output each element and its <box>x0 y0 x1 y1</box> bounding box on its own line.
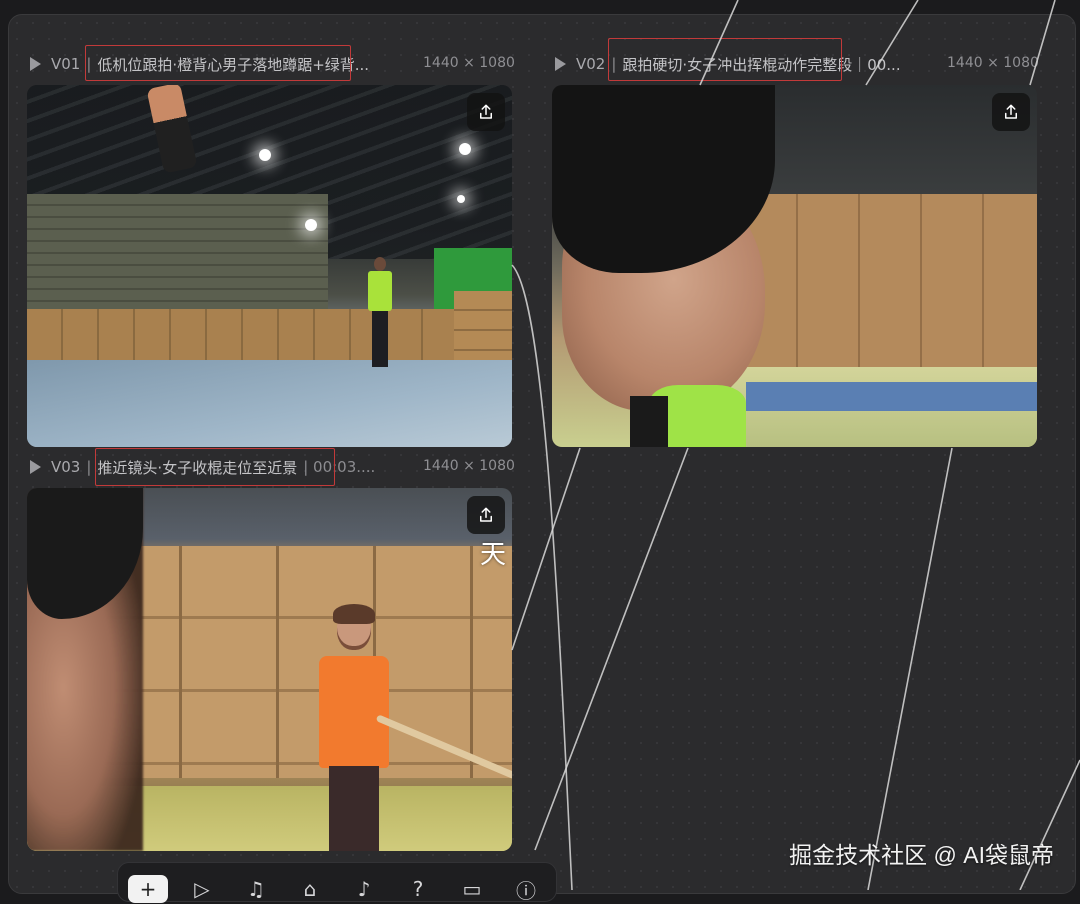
play-icon[interactable] <box>555 57 566 71</box>
video-thumbnail-v02[interactable] <box>552 85 1037 447</box>
play-icon[interactable] <box>30 57 41 71</box>
video-thumbnail-v01[interactable] <box>27 85 512 447</box>
clip-title[interactable]: 跟拍硬切·女子冲出挥棍动作完整段｜00... <box>622 54 900 75</box>
share-button[interactable] <box>467 93 505 131</box>
share-upload-icon <box>480 104 492 119</box>
clip-header-v02[interactable]: V02 | 跟拍硬切·女子冲出挥棍动作完整段｜00... <box>555 52 941 76</box>
frame-tool-icon[interactable]: ▭ <box>452 875 492 903</box>
clip-timecode: | 00:03.... <box>303 458 376 476</box>
clip-resolution: 1440 × 1080 <box>423 458 515 474</box>
info-tool-icon[interactable]: ⓘ <box>506 875 546 903</box>
play-icon[interactable] <box>30 460 41 474</box>
watermark: 掘金技术社区 @ AI袋鼠帝 <box>789 842 1054 868</box>
clip-header-v03[interactable]: V03 | 推近镜头·女子收棍走位至近景 | 00:03.... <box>30 455 420 479</box>
clip-id: V03 <box>51 458 81 476</box>
add-tool-icon[interactable]: + <box>128 875 168 903</box>
clip-separator: | <box>611 55 617 73</box>
help-tool-icon[interactable]: ? <box>398 875 438 903</box>
share-upload-icon <box>1005 104 1017 119</box>
girl-with-stick <box>307 604 407 851</box>
audio-tool-icon[interactable]: ♪ <box>344 875 384 903</box>
clip-title[interactable]: 低机位跟拍·橙背心男子落地蹲踞+绿背... <box>97 54 369 75</box>
clip-id: V02 <box>576 55 606 73</box>
clip-separator: | <box>86 458 92 476</box>
canvas-background: V01 | 低机位跟拍·橙背心男子落地蹲踞+绿背... 1440 × 1080 … <box>0 0 1080 903</box>
clip-title[interactable]: 推近镜头·女子收棍走位至近景 <box>97 457 297 478</box>
share-button[interactable] <box>467 496 505 534</box>
clip-header-v01[interactable]: V01 | 低机位跟拍·橙背心男子落地蹲踞+绿背... <box>30 52 420 76</box>
clip-id: V01 <box>51 55 81 73</box>
clip-resolution: 1440 × 1080 <box>423 55 515 71</box>
clip-separator: | <box>86 55 92 73</box>
share-upload-icon <box>480 507 492 522</box>
send-tool-icon[interactable]: ▷ <box>182 875 222 903</box>
video-caption: 天 <box>479 540 506 570</box>
clip-resolution: 1440 × 1080 <box>947 55 1039 71</box>
bottom-toolbar: + ▷ ♫ ⌂ ♪ ? ▭ ⓘ <box>117 862 557 903</box>
home-tool-icon[interactable]: ⌂ <box>290 875 330 903</box>
video-thumbnail-v03[interactable]: 天 <box>27 488 512 851</box>
music-tool-icon[interactable]: ♫ <box>236 875 276 903</box>
share-button[interactable] <box>992 93 1030 131</box>
standing-person <box>365 257 395 367</box>
